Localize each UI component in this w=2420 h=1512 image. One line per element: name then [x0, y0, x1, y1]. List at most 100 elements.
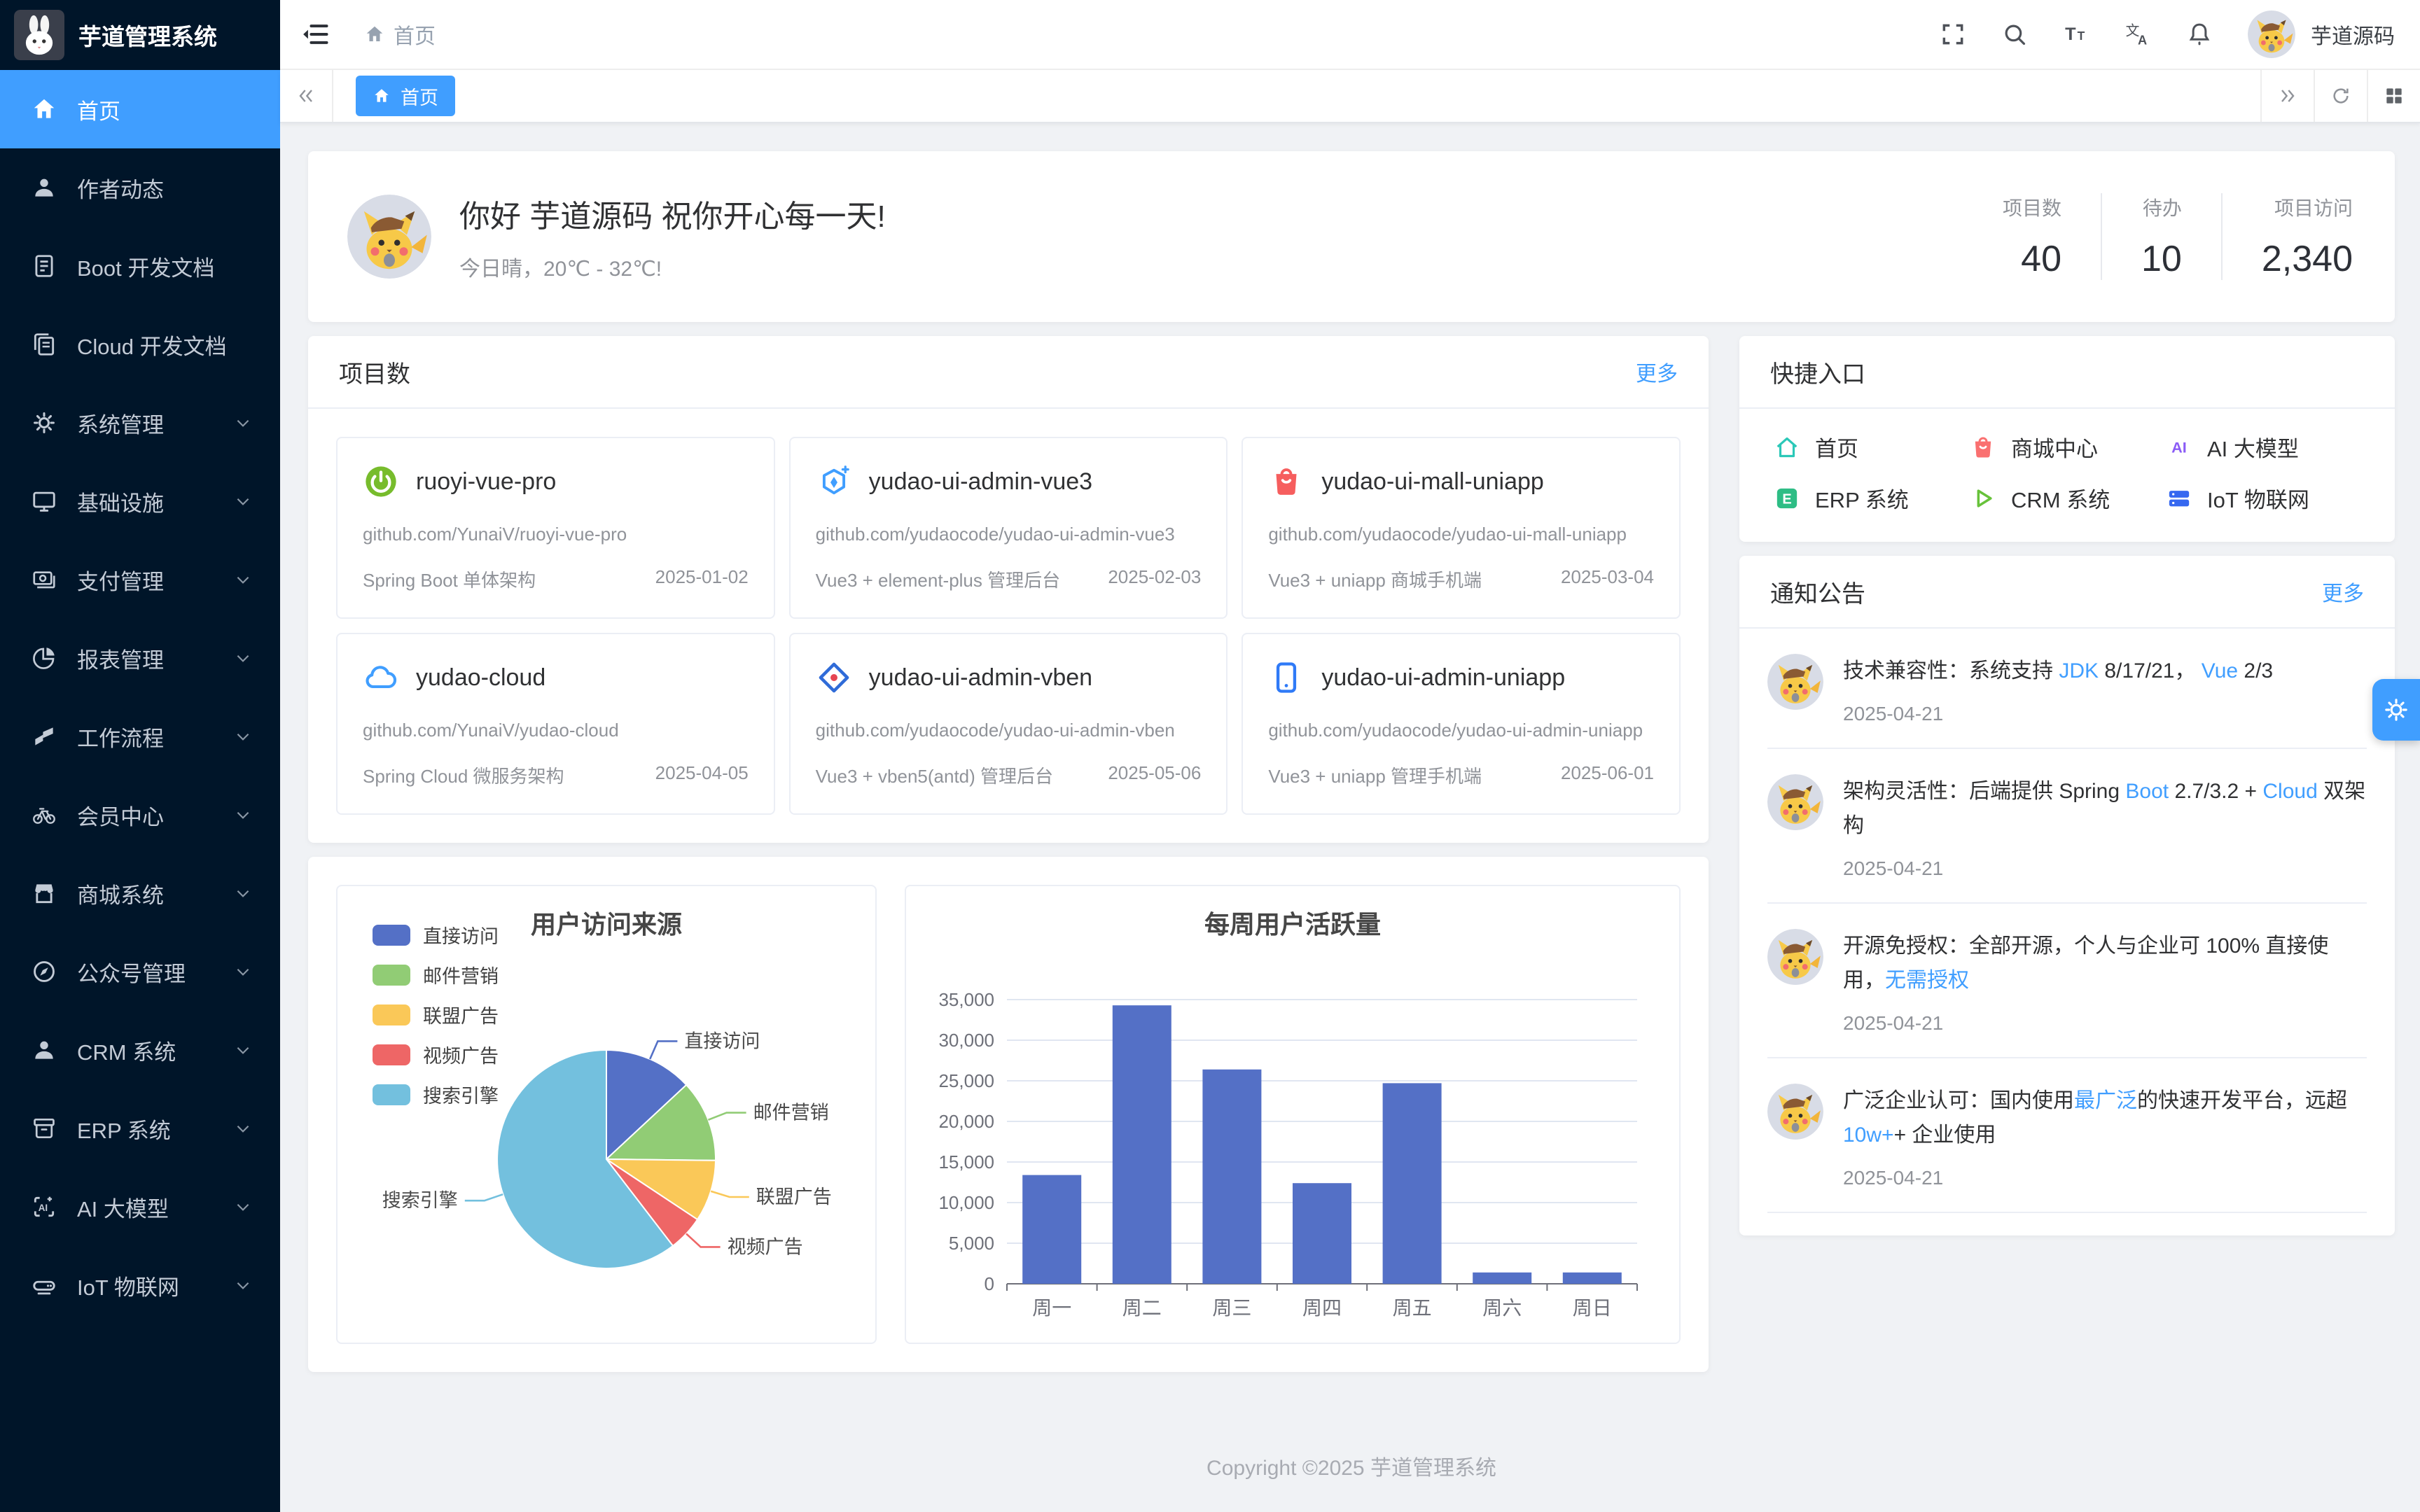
notice-date: 2025-04-21 — [1843, 1167, 2367, 1189]
project-card-yudao-ui-mall-uniapp[interactable]: yudao-ui-mall-uniappgithub.com/yudaocode… — [1242, 437, 1681, 619]
notices-title: 通知公告 — [1770, 575, 1865, 609]
notice-item[interactable]: 广泛企业认可：国内使用最广泛的快速开发平台，远超 10w++ 企业使用2025-… — [1767, 1058, 2367, 1213]
tabs-scroll-right-icon[interactable] — [2260, 70, 2314, 122]
svg-text:搜索引擎: 搜索引擎 — [382, 1190, 458, 1211]
project-date: 2025-06-01 — [1561, 762, 1654, 788]
stats-group: 项目数 40 待办 10 项目访问 2,340 — [1963, 193, 2356, 280]
project-card-yudao-ui-admin-vue3[interactable]: yudao-ui-admin-vue3github.com/yudaocode/… — [789, 437, 1228, 619]
app-window: 芋道管理系统 首页作者动态Boot 开发文档Cloud 开发文档系统管理基础设施… — [0, 0, 2420, 1512]
quick-entry-crm[interactable]: CRM 系统 — [1969, 482, 2165, 514]
quick-entry-ai-model[interactable]: AIAI 大模型 — [2165, 431, 2361, 463]
fullscreen-icon[interactable] — [1940, 21, 1966, 48]
sidebar-item-cloud-docs[interactable]: Cloud 开发文档 — [0, 305, 280, 384]
workflow-icon — [31, 723, 57, 750]
refresh-icon[interactable] — [2314, 70, 2367, 122]
svg-text:T: T — [2065, 24, 2076, 44]
pie-chart: 直接访问邮件营销联盟广告视频广告搜索引擎 — [338, 886, 875, 1343]
project-desc: Vue3 + uniapp 管理手机端 — [1268, 762, 1482, 788]
language-icon[interactable]: 文A — [2125, 21, 2151, 48]
font-size-icon[interactable]: TT — [2063, 21, 2089, 48]
layout-grid-icon[interactable] — [2367, 70, 2420, 122]
notice-item[interactable]: 开源免授权：全部开源，个人与企业可 100% 直接使用，无需授权2025-04-… — [1767, 904, 2367, 1058]
svg-text:邮件营销: 邮件营销 — [753, 1102, 829, 1124]
sidebar-item-workflow[interactable]: 工作流程 — [0, 697, 280, 776]
notice-keyword-link[interactable]: 最广泛 — [2074, 1089, 2137, 1112]
notice-item[interactable]: 技术兼容性：系统支持 JDK 8/17/21， Vue 2/32025-04-2… — [1767, 629, 2367, 749]
username[interactable]: 芋道源码 — [2311, 19, 2395, 50]
project-card-yudao-ui-admin-vben[interactable]: yudao-ui-admin-vbengithub.com/yudaocode/… — [789, 633, 1228, 815]
project-card-yudao-ui-admin-uniapp[interactable]: yudao-ui-admin-uniappgithub.com/yudaocod… — [1242, 633, 1681, 815]
spring-project-icon — [363, 463, 399, 500]
sidebar-item-label: 基础设施 — [77, 486, 164, 517]
project-card-ruoyi-vue-pro[interactable]: ruoyi-vue-progithub.com/YunaiV/ruoyi-vue… — [336, 437, 775, 619]
sidebar-item-erp[interactable]: ERP 系统 — [0, 1089, 280, 1168]
sidebar-item-label: AI 大模型 — [77, 1191, 169, 1223]
chevron-down-icon — [234, 1276, 252, 1294]
chevron-down-icon — [234, 1041, 252, 1059]
sidebar-item-home[interactable]: 首页 — [0, 70, 280, 148]
svg-text:周六: 周六 — [1482, 1297, 1522, 1319]
quick-entry-erp[interactable]: EERP 系统 — [1773, 482, 1969, 514]
sidebar-item-label: 作者动态 — [77, 172, 164, 204]
sidebar-item-member[interactable]: 会员中心 — [0, 776, 280, 854]
bicycle-icon — [31, 802, 57, 828]
sidebar-item-mp[interactable]: 公众号管理 — [0, 932, 280, 1011]
notification-bell-icon[interactable] — [2186, 21, 2213, 48]
project-date: 2025-01-02 — [655, 566, 749, 592]
gear-icon — [31, 410, 57, 436]
user-avatar[interactable] — [2248, 10, 2295, 58]
sidebar-item-label: 报表管理 — [77, 643, 164, 674]
notice-keyword-link[interactable]: 10w+ — [1843, 1124, 1894, 1147]
sidebar-item-boot-docs[interactable]: Boot 开发文档 — [0, 227, 280, 305]
project-url: github.com/YunaiV/yudao-cloud — [363, 717, 749, 744]
svg-text:周四: 周四 — [1302, 1297, 1342, 1319]
svg-text:25,000: 25,000 — [938, 1070, 994, 1091]
notice-item[interactable]: 架构灵活性：后端提供 Spring Boot 2.7/3.2 + Cloud 双… — [1767, 749, 2367, 904]
collapse-sidebar-icon[interactable] — [300, 19, 331, 50]
svg-text:T: T — [2078, 29, 2085, 43]
project-name: ruoyi-vue-pro — [416, 468, 556, 496]
sidebar-item-label: Boot 开发文档 — [77, 251, 214, 282]
notice-date: 2025-04-21 — [1843, 1012, 2367, 1035]
quick-entry-mall-center[interactable]: 商城中心 — [1969, 431, 2165, 463]
sidebar-item-system[interactable]: 系统管理 — [0, 384, 280, 462]
sidebar-item-infra[interactable]: 基础设施 — [0, 462, 280, 540]
tab-home[interactable]: 首页 — [356, 76, 455, 116]
theme-settings-button[interactable] — [2372, 679, 2420, 741]
quick-entry-iot[interactable]: IoT 物联网 — [2165, 482, 2361, 514]
sidebar-item-iot[interactable]: IoT 物联网 — [0, 1246, 280, 1324]
vben-project-icon — [816, 659, 852, 696]
notice-avatar — [1767, 1084, 1823, 1140]
project-card-yudao-cloud[interactable]: yudao-cloudgithub.com/YunaiV/yudao-cloud… — [336, 633, 775, 815]
notices-more-link[interactable]: 更多 — [2322, 576, 2364, 607]
svg-text:周二: 周二 — [1122, 1297, 1162, 1319]
home-icon — [31, 96, 57, 122]
sidebar-item-label: 会员中心 — [77, 799, 164, 831]
notice-keyword-link[interactable]: Boot — [2125, 780, 2169, 803]
notice-keyword-link[interactable]: 无需授权 — [1885, 969, 1969, 992]
notice-keyword-link[interactable]: JDK — [2059, 659, 2099, 682]
project-date: 2025-04-05 — [655, 762, 749, 788]
search-icon[interactable] — [2001, 21, 2028, 48]
chevron-down-icon — [234, 649, 252, 667]
projects-more-link[interactable]: 更多 — [1636, 356, 1678, 387]
notice-keyword-link[interactable]: Vue — [2202, 659, 2238, 682]
sidebar-item-crm[interactable]: CRM 系统 — [0, 1011, 280, 1089]
app-logo[interactable]: 芋道管理系统 — [0, 0, 280, 70]
chevron-down-icon — [234, 806, 252, 824]
notice-keyword-link[interactable]: Cloud — [2262, 780, 2317, 803]
quick-entry-home[interactable]: 首页 — [1773, 431, 1969, 463]
tabs-scroll-left-icon[interactable] — [280, 70, 333, 122]
project-url: github.com/yudaocode/yudao-ui-mall-uniap… — [1268, 521, 1654, 548]
sidebar-item-payment[interactable]: 支付管理 — [0, 540, 280, 619]
chevron-down-icon — [234, 884, 252, 902]
project-desc: Vue3 + element-plus 管理后台 — [816, 566, 1060, 592]
archive-icon — [31, 1115, 57, 1142]
project-url: github.com/yudaocode/yudao-ui-admin-vue3 — [816, 521, 1202, 548]
sidebar-item-author[interactable]: 作者动态 — [0, 148, 280, 227]
sidebar-item-report[interactable]: 报表管理 — [0, 619, 280, 697]
sidebar-item-ai[interactable]: AIAI 大模型 — [0, 1168, 280, 1246]
breadcrumb[interactable]: 首页 — [364, 19, 436, 50]
sidebar-item-mall[interactable]: 商城系统 — [0, 854, 280, 932]
page-content: 你好 芋道源码 祝你开心每一天! 今日晴，20℃ - 32℃! 项目数 40 待… — [280, 123, 2420, 1512]
